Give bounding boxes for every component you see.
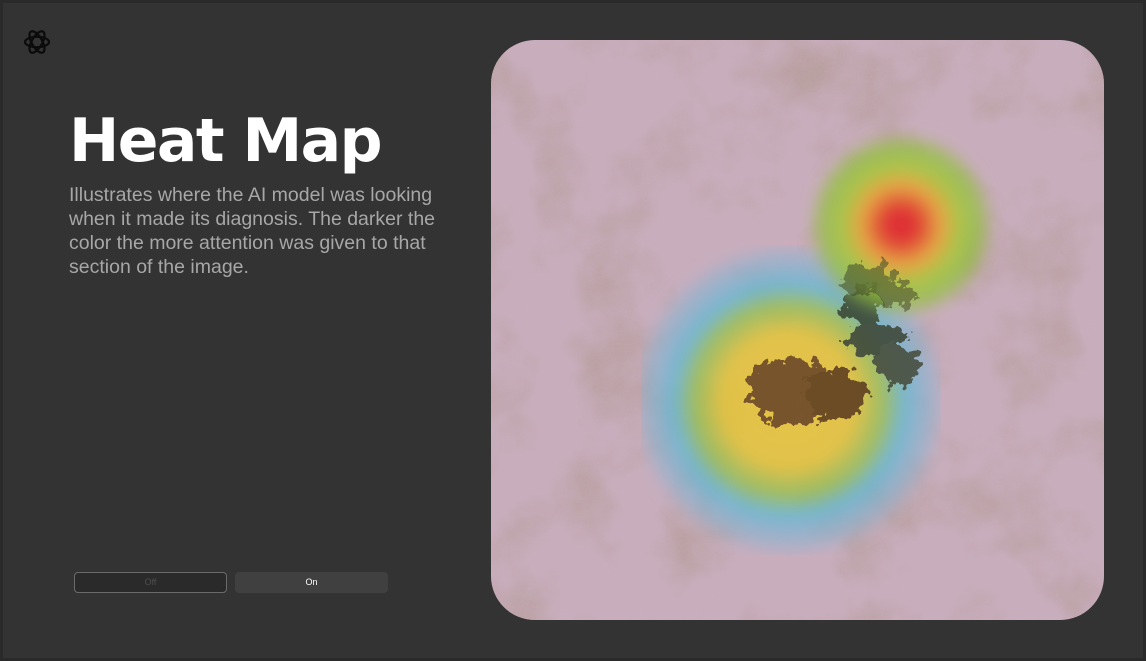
page-description: Illustrates where the AI model was looki… bbox=[69, 184, 436, 278]
toggle-on-button[interactable]: On bbox=[235, 572, 388, 593]
openai-logo-icon bbox=[23, 30, 51, 54]
heatmap-image bbox=[491, 40, 1104, 620]
toggle-off-button[interactable]: Off bbox=[74, 572, 227, 593]
page-title: Heat Map bbox=[69, 106, 383, 176]
heatmap-canvas bbox=[491, 40, 1104, 620]
app-window: Heat Map Illustrates where the AI model … bbox=[0, 0, 1146, 661]
